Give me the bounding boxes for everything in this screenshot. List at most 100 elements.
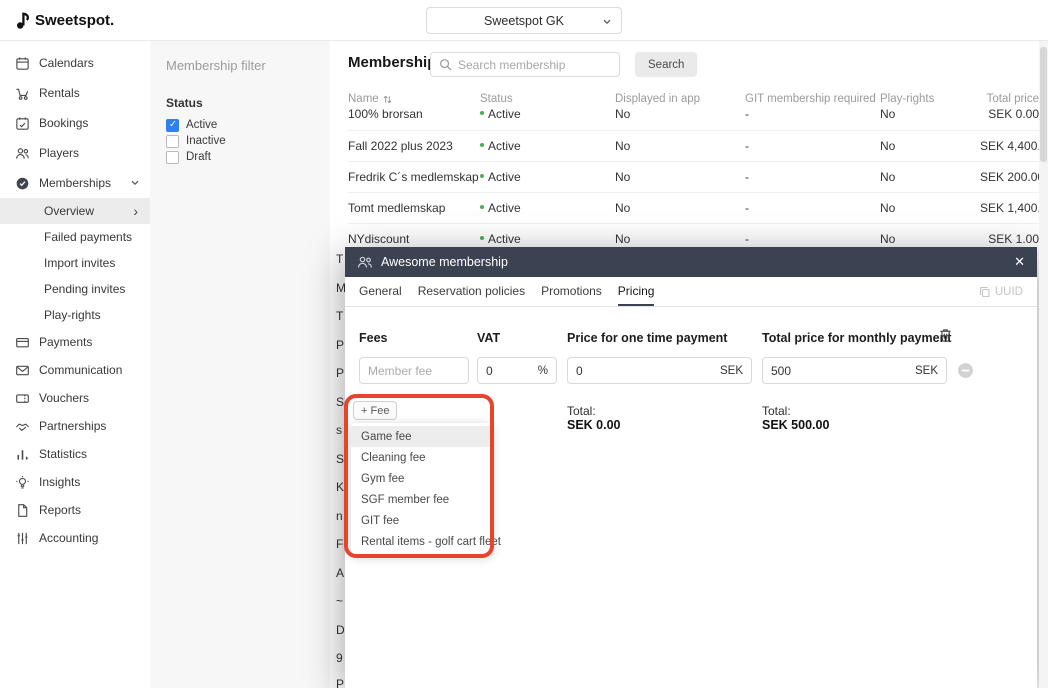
sidebar-subitem-play-rights[interactable]: Play-rights — [0, 302, 150, 328]
sidebar-item-reports[interactable]: Reports — [0, 496, 150, 524]
calendar-check-icon — [15, 116, 30, 131]
membership-modal: Awesome membership ✕ General Reservation… — [345, 247, 1037, 688]
sidebar-item-label: Partnerships — [39, 419, 140, 433]
status-dot — [480, 111, 484, 115]
membership-search[interactable] — [430, 52, 620, 77]
sidebar-subitem-pending-invites[interactable]: Pending invites — [0, 276, 150, 302]
document-icon — [15, 503, 30, 518]
search-icon — [439, 58, 452, 71]
filter-option-active[interactable]: Active — [166, 117, 314, 133]
tab-pricing[interactable]: Pricing — [618, 277, 655, 306]
clipped-row-letter: A — [336, 566, 344, 580]
sidebar-item-players[interactable]: Players — [0, 138, 150, 168]
membership-name: NYdiscount — [348, 232, 480, 246]
vertical-scrollbar[interactable] — [1039, 41, 1048, 688]
fee-option-git-fee[interactable]: GIT fee — [351, 510, 492, 531]
filter-status-label: Status — [166, 96, 314, 110]
scrollbar-thumb[interactable] — [1040, 47, 1047, 162]
table-row[interactable]: Fall 2022 plus 2023 Active No - No SEK 4… — [348, 131, 1039, 162]
fee-option-rental-items[interactable]: Rental items - golf cart fleet — [351, 531, 492, 552]
sidebar-subitem-label: Import invites — [44, 256, 115, 270]
close-button[interactable]: ✕ — [1014, 254, 1025, 270]
sidebar-item-calendars[interactable]: Calendars — [0, 48, 150, 78]
tab-reservation-policies[interactable]: Reservation policies — [418, 277, 525, 306]
filter-option-label: Active — [186, 119, 217, 131]
status-text: Active — [488, 109, 521, 121]
filter-option-draft[interactable]: Draft — [166, 149, 314, 165]
status-text: Active — [488, 201, 521, 215]
sidebar-subitem-import-invites[interactable]: Import invites — [0, 250, 150, 276]
fee-option-gym-fee[interactable]: Gym fee — [351, 468, 492, 489]
sidebar-item-bookings[interactable]: Bookings — [0, 108, 150, 138]
one-time-price-field[interactable]: SEK — [567, 357, 752, 384]
clipped-row-letter: n — [336, 509, 343, 523]
sidebar-subitem-overview[interactable]: Overview › — [0, 198, 150, 224]
add-fee-button[interactable]: + Fee — [353, 401, 397, 420]
clipped-row-letter: T — [336, 309, 343, 323]
sidebar-item-insights[interactable]: Insights — [0, 468, 150, 496]
column-header-total-price: Total price — [980, 93, 1039, 105]
checkbox-active[interactable] — [166, 119, 179, 132]
play-rights: No — [880, 170, 980, 184]
chevron-down-icon — [602, 18, 612, 26]
club-selector-value: Sweetspot GK — [484, 14, 564, 28]
total-price: SEK 4,400.0 — [980, 139, 1047, 153]
table-row[interactable]: Tomt medlemskap Active No - No SEK 1,400… — [348, 193, 1039, 224]
club-selector[interactable]: Sweetspot GK — [426, 7, 622, 34]
modal-header: Awesome membership ✕ — [345, 247, 1037, 277]
status-dot — [480, 236, 484, 240]
monthly-price-field[interactable]: SEK — [762, 357, 947, 384]
member-fee-input[interactable] — [368, 364, 460, 378]
sidebar-subitem-failed-payments[interactable]: Failed payments — [0, 224, 150, 250]
sidebar-item-vouchers[interactable]: Vouchers — [0, 384, 150, 412]
tab-general[interactable]: General — [359, 277, 402, 306]
sidebar-item-communication[interactable]: Communication — [0, 356, 150, 384]
status-text: Active — [488, 170, 521, 184]
membership-status: Active — [480, 139, 615, 153]
app-logo[interactable]: Sweetspot. — [16, 0, 114, 41]
member-fee-field[interactable] — [359, 357, 469, 384]
remove-row-button[interactable] — [957, 362, 974, 379]
table-row[interactable]: 100% brorsan Active No - No SEK 0.00 — [348, 109, 1039, 131]
monthly-total-value: SEK 500.00 — [762, 418, 829, 432]
sidebar-item-statistics[interactable]: Statistics — [0, 440, 150, 468]
fee-option-game-fee[interactable]: Game fee — [351, 426, 492, 447]
monthly-price-input[interactable] — [771, 364, 911, 378]
modal-tabs: General Reservation policies Promotions … — [345, 277, 1037, 307]
tab-promotions[interactable]: Promotions — [541, 277, 602, 306]
sidebar-subitem-label: Play-rights — [44, 308, 101, 322]
people-icon — [15, 146, 30, 161]
column-header-name[interactable]: Name — [348, 93, 480, 105]
memberships-table: 100% brorsan Active No - No SEK 0.00 Fal… — [348, 109, 1039, 255]
displayed-in-app: No — [615, 139, 745, 153]
sidebar-item-label: Players — [39, 146, 140, 160]
vat-field[interactable]: % — [477, 357, 557, 384]
sidebar-item-payments[interactable]: Payments — [0, 328, 150, 356]
sidebar-item-memberships[interactable]: Memberships — [0, 168, 150, 198]
displayed-in-app: No — [615, 201, 745, 215]
table-row[interactable]: Fredrik C´s medlemskap Active No - No SE… — [348, 162, 1039, 193]
sidebar-item-label: Vouchers — [39, 391, 140, 405]
monthly-total-label: Total: — [762, 404, 791, 418]
fee-option-cleaning-fee[interactable]: Cleaning fee — [351, 447, 492, 468]
sidebar-subitem-label: Pending invites — [44, 282, 125, 296]
membership-name: 100% brorsan — [348, 109, 480, 121]
uuid-button[interactable]: UUID — [979, 277, 1023, 306]
vat-input[interactable] — [486, 364, 534, 378]
sidebar-item-accounting[interactable]: Accounting — [0, 524, 150, 552]
checkbox-draft[interactable] — [166, 151, 179, 164]
badge-check-icon — [15, 176, 30, 191]
lightbulb-icon — [15, 475, 30, 490]
sidebar-item-rentals[interactable]: Rentals — [0, 78, 150, 108]
search-button[interactable]: Search — [635, 52, 697, 77]
sort-icon — [382, 94, 393, 105]
app-logo-text: Sweetspot. — [35, 12, 114, 29]
filter-option-inactive[interactable]: Inactive — [166, 133, 314, 149]
fee-option-sgf-member-fee[interactable]: SGF member fee — [351, 489, 492, 510]
one-time-price-input[interactable] — [576, 364, 716, 378]
sidebar-item-partnerships[interactable]: Partnerships — [0, 412, 150, 440]
chevron-right-icon: › — [133, 204, 138, 218]
delete-fee-button[interactable] — [939, 328, 952, 342]
checkbox-inactive[interactable] — [166, 135, 179, 148]
search-input[interactable] — [458, 58, 611, 72]
